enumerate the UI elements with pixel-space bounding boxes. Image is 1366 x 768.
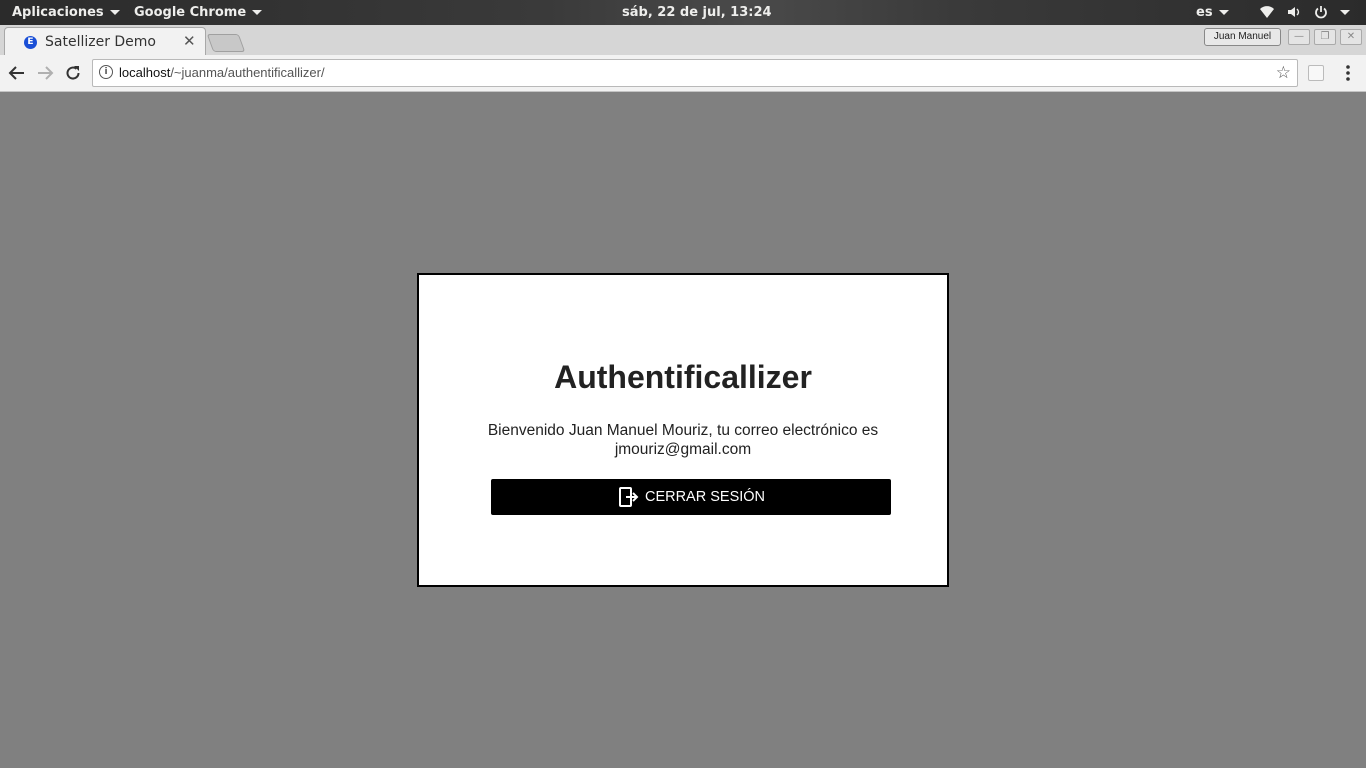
language-label: es (1196, 5, 1213, 20)
chevron-down-icon (109, 10, 120, 15)
system-top-bar: Aplicaciones Google Chrome sáb, 22 de ju… (0, 0, 1366, 25)
volume-icon[interactable] (1287, 5, 1301, 19)
applications-menu-label: Aplicaciones (12, 5, 104, 20)
language-selector[interactable]: es (1196, 0, 1229, 25)
user-email: jmouriz@gmail.com (614, 441, 752, 458)
profile-button[interactable]: Juan Manuel (1204, 28, 1281, 46)
close-window-icon[interactable]: ✕ (1340, 29, 1362, 45)
address-bar[interactable]: i localhost/~juanma/authentificallizer/ … (92, 59, 1298, 87)
maximize-window-icon[interactable]: ❐ (1314, 29, 1336, 45)
tab-strip: E Satellizer Demo ✕ Juan Manuel — ❐ ✕ (0, 25, 1366, 56)
reload-button[interactable] (62, 62, 84, 84)
page-title: Authentificallizer (554, 359, 812, 395)
favicon-icon: E (24, 36, 37, 49)
reload-icon (66, 66, 80, 80)
welcome-text: Bienvenido Juan Manuel Mouriz, tu correo… (487, 422, 879, 439)
back-arrow-icon (8, 66, 24, 80)
logout-button[interactable]: CERRAR SESIÓN (491, 479, 891, 515)
browser-toolbar: i localhost/~juanma/authentificallizer/ … (0, 55, 1366, 92)
chrome-menu-icon[interactable] (1340, 64, 1356, 82)
minimize-window-icon[interactable]: — (1288, 29, 1310, 45)
logout-button-label: CERRAR SESIÓN (644, 489, 766, 505)
tab-title: Satellizer Demo (45, 34, 157, 50)
site-info-icon[interactable]: i (99, 65, 113, 79)
bookmark-star-icon[interactable]: ☆ (1276, 63, 1291, 83)
profile-card: Authentificallizer Bienvenido Juan Manue… (417, 273, 949, 587)
back-button[interactable] (6, 62, 28, 84)
tab-satellizer-demo[interactable]: E Satellizer Demo ✕ (4, 27, 206, 56)
welcome-message: Bienvenido Juan Manuel Mouriz, tu correo… (469, 421, 897, 459)
close-tab-icon[interactable]: ✕ (183, 32, 196, 50)
wifi-icon[interactable] (1260, 5, 1274, 19)
address-text: localhost/~juanma/authentificallizer/ (119, 65, 325, 80)
logout-icon (618, 487, 639, 507)
extension-icon[interactable] (1308, 65, 1324, 81)
url-path: /~juanma/authentificallizer/ (170, 65, 325, 80)
applications-menu[interactable]: Aplicaciones (12, 0, 120, 25)
url-host: localhost (119, 65, 171, 80)
clock-label: sáb, 22 de jul, 13:24 (622, 5, 772, 20)
chevron-down-icon (252, 10, 263, 15)
power-icon[interactable] (1314, 5, 1328, 19)
app-menu-label: Google Chrome (134, 5, 247, 20)
forward-arrow-icon (38, 66, 54, 80)
system-menu-chevron-icon[interactable] (1340, 10, 1350, 15)
new-tab-button[interactable] (206, 34, 246, 52)
forward-button[interactable] (34, 62, 56, 84)
vertical-dots-icon (1346, 65, 1350, 81)
clock[interactable]: sáb, 22 de jul, 13:24 (622, 0, 772, 25)
chevron-down-icon (1218, 10, 1229, 15)
app-menu[interactable]: Google Chrome (134, 0, 263, 25)
